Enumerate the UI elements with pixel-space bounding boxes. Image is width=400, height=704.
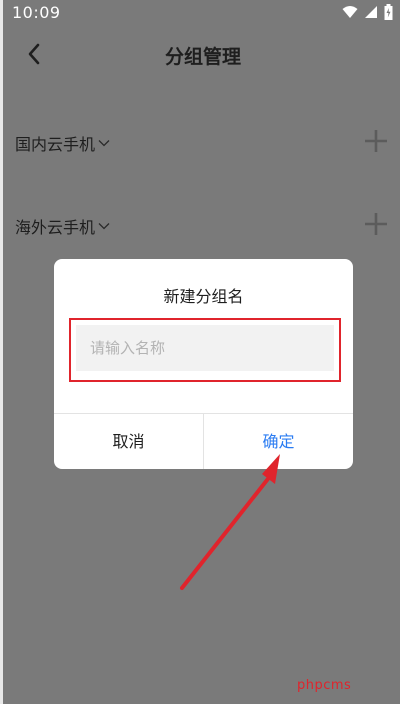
header: 分组管理	[3, 26, 400, 84]
status-time: 10:09	[12, 3, 61, 22]
input-highlight-box	[69, 318, 341, 382]
group-row-overseas[interactable]: 海外云手机	[3, 205, 400, 245]
add-device-button[interactable]	[364, 212, 388, 236]
add-device-button[interactable]	[364, 129, 388, 153]
group-label[interactable]: 海外云手机	[15, 214, 110, 238]
chevron-down-icon	[98, 140, 110, 147]
group-label[interactable]: 国内云手机	[15, 131, 110, 155]
screen: 10:09 分组管理 国内云手机 海外云手机 新建分组名 请输入名称 取消 确定…	[0, 0, 400, 704]
wifi-icon	[342, 6, 358, 18]
group-name: 海外云手机	[15, 218, 96, 237]
group-row-domestic[interactable]: 国内云手机	[3, 122, 400, 162]
plus-icon	[365, 130, 387, 152]
chevron-down-icon	[98, 223, 110, 230]
new-group-dialog: 新建分组名 取消 确定	[54, 259, 353, 469]
page-title: 分组管理	[164, 46, 241, 68]
cancel-button[interactable]: 取消	[54, 414, 203, 469]
plus-icon	[365, 213, 387, 235]
cellular-signal-icon	[365, 6, 377, 18]
status-bar: 10:09	[3, 0, 400, 26]
dialog-title: 新建分组名	[163, 287, 244, 306]
status-icons	[342, 4, 393, 20]
confirm-button[interactable]: 确定	[204, 414, 353, 469]
group-name-input[interactable]	[76, 325, 334, 371]
group-name: 国内云手机	[15, 135, 96, 154]
battery-icon	[384, 4, 393, 20]
watermark: phpcms	[297, 678, 352, 693]
